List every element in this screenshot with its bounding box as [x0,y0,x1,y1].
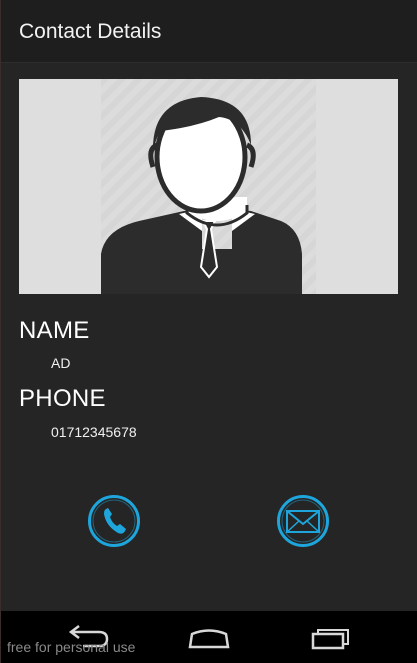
app-screen: Contact Details NAME AD PHONE 0171234567… [0,0,417,663]
recent-apps-icon [311,629,349,650]
phone-value: 01712345678 [51,424,137,440]
contact-photo [19,79,398,294]
watermark-text: free for personal use [7,639,136,655]
envelope-icon [277,495,329,547]
person-silhouette-icon [101,97,302,294]
email-button[interactable] [276,494,330,548]
action-bar: Contact Details [1,0,417,63]
page-title: Contact Details [19,20,162,43]
contact-details-content: NAME AD PHONE 01712345678 [1,63,417,611]
recent-apps-button[interactable] [296,611,366,663]
navigation-bar: free for personal use [1,611,417,663]
phone-label: PHONE [19,385,106,412]
call-button[interactable] [87,494,141,548]
name-value: AD [51,355,71,371]
name-label: NAME [19,317,90,344]
phone-icon [88,495,140,547]
back-button[interactable] [53,611,123,663]
home-button[interactable] [174,611,244,663]
back-arrow-icon [68,625,109,648]
home-icon [188,629,230,649]
